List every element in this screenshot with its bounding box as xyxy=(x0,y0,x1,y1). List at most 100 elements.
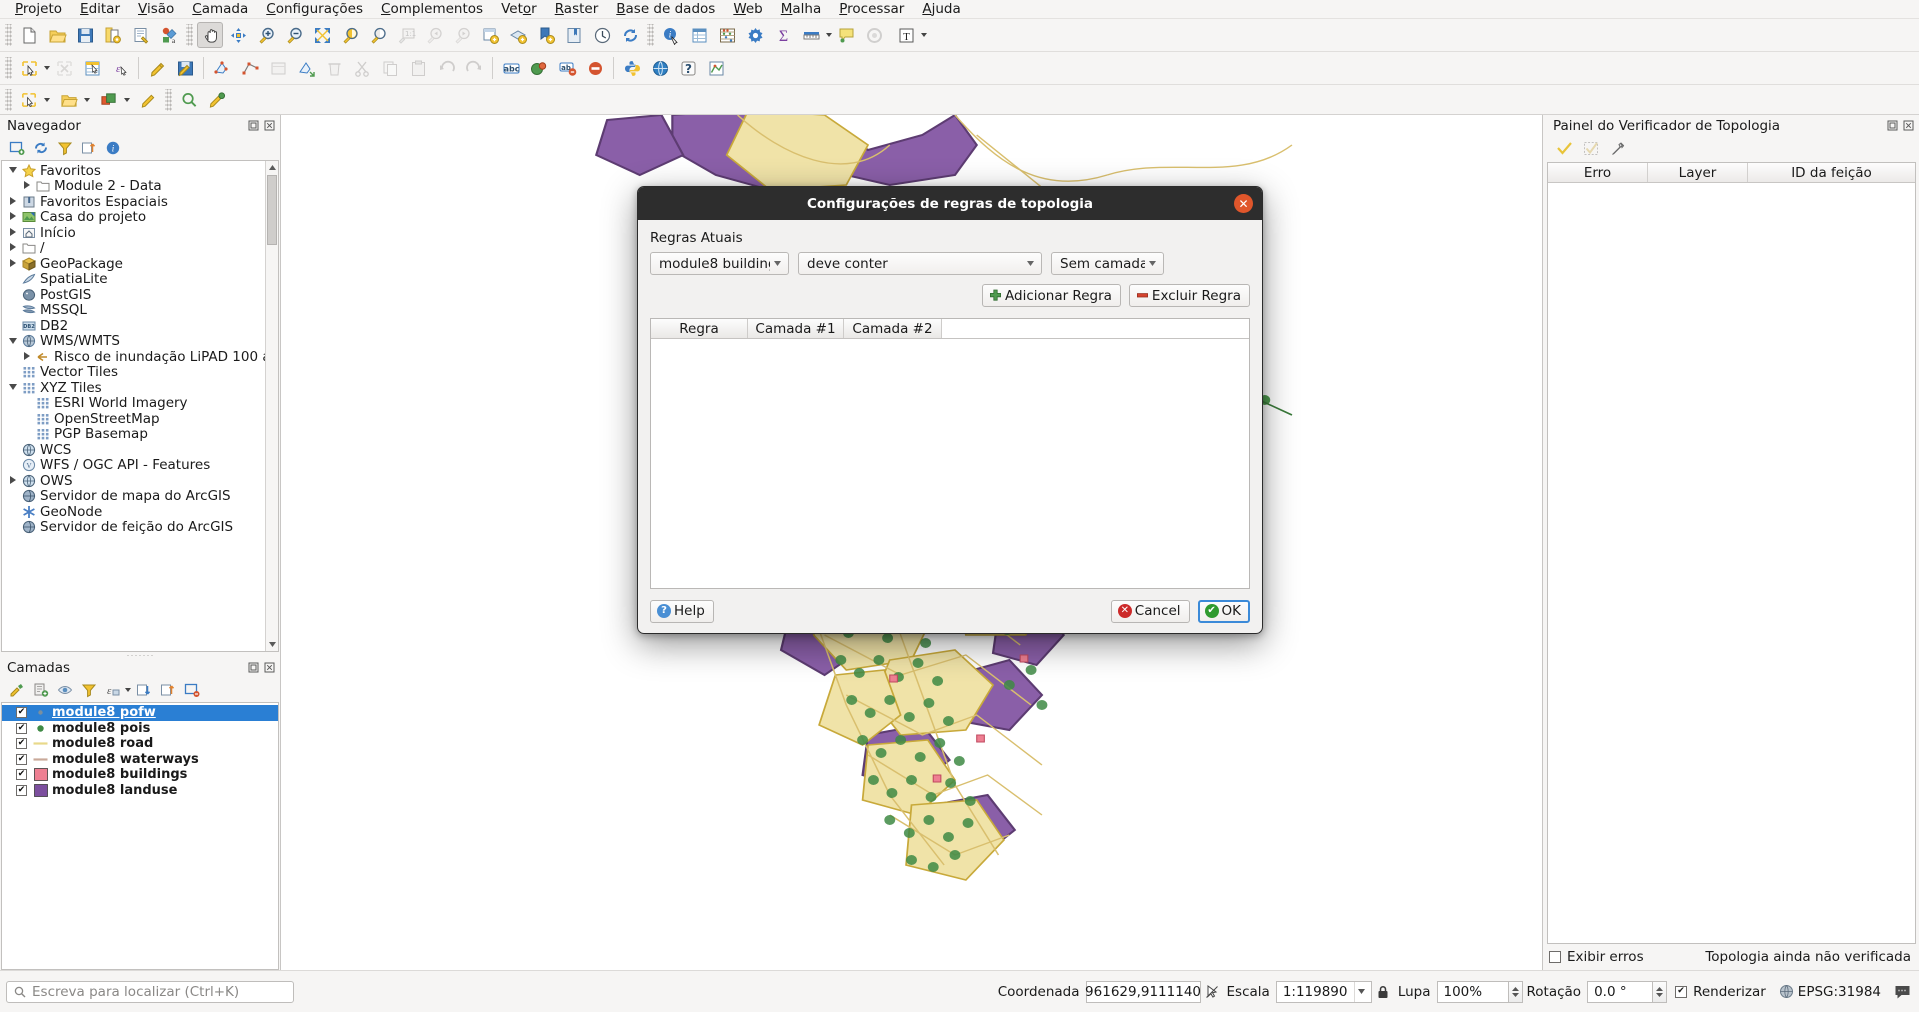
navegador-tree-item[interactable]: WMS/WMTS xyxy=(2,333,265,349)
navegador-close-icon[interactable] xyxy=(263,119,276,132)
rules-table-body[interactable] xyxy=(651,339,1249,588)
text-annotation-icon[interactable]: T xyxy=(893,22,919,48)
save-project-as-icon[interactable] xyxy=(100,22,126,48)
select-dropdown-arrow-icon[interactable] xyxy=(44,66,50,70)
label-toggle-icon[interactable]: ab xyxy=(554,55,580,81)
lock-scale-icon[interactable] xyxy=(1372,981,1394,1003)
save-project-icon[interactable] xyxy=(72,22,98,48)
menu-vetor[interactable]: Vetor xyxy=(492,0,546,19)
navegador-tree-item[interactable]: Favoritos xyxy=(2,163,265,179)
zoom-last-icon[interactable] xyxy=(421,22,447,48)
validate-all-icon[interactable] xyxy=(1553,138,1575,159)
menu-raster[interactable]: Raster xyxy=(546,0,608,19)
magnifier-field[interactable]: 100% xyxy=(1436,980,1509,1003)
navegador-tree-item[interactable]: Risco de inundação LiPAD 100 anos xyxy=(2,349,265,365)
tree-expand-arrow-icon[interactable] xyxy=(6,383,20,392)
menu-processar[interactable]: Processar xyxy=(830,0,913,19)
navegador-tree-item[interactable]: GeoNode xyxy=(2,504,265,520)
coordinate-field[interactable]: 961629,9111140 xyxy=(1085,980,1201,1003)
layer-visibility-checkbox[interactable]: ✔ xyxy=(16,769,27,781)
topology-errors-table[interactable]: Erro Layer ID da feição xyxy=(1547,162,1916,944)
locator-input[interactable]: Escreva para localizar (Ctrl+K) xyxy=(6,980,294,1003)
menu-ajuda[interactable]: Ajuda xyxy=(913,0,969,19)
show-bookmarks-icon[interactable] xyxy=(561,22,587,48)
filter-icon[interactable] xyxy=(54,138,76,159)
rules-column-header[interactable]: Regra xyxy=(651,319,748,338)
toolbar-grip-4[interactable] xyxy=(5,57,12,79)
show-errors-checkbox[interactable] xyxy=(1549,951,1561,963)
navegador-tree-item[interactable]: OWS xyxy=(2,473,265,489)
toolbar-grip-6[interactable] xyxy=(165,88,172,111)
layer-visibility-checkbox[interactable]: ✔ xyxy=(16,707,27,719)
navegador-tree-item[interactable]: Vector Tiles xyxy=(2,364,265,380)
help-button[interactable]: ? Help xyxy=(650,599,714,623)
navegador-tree-item[interactable]: Module 2 - Data xyxy=(2,178,265,194)
layer1-combo[interactable]: module8 buildings xyxy=(650,252,789,275)
navegador-tree-item[interactable]: SpatiaLite xyxy=(2,271,265,287)
menu-web[interactable]: Web xyxy=(724,0,771,19)
modify-attributes-icon[interactable] xyxy=(265,55,291,81)
properties-icon[interactable]: i xyxy=(102,138,124,159)
refresh-icon[interactable] xyxy=(30,138,52,159)
filter-legend-icon[interactable] xyxy=(78,680,100,701)
navegador-tree-item[interactable]: Servidor de feição do ArcGIS xyxy=(2,519,265,535)
rules-table[interactable]: Regra Camada #1 Camada #2 xyxy=(650,318,1250,589)
chevron-down-icon[interactable] xyxy=(1353,981,1369,1002)
snapping-icon[interactable] xyxy=(135,87,161,113)
style-manager-icon[interactable]: a xyxy=(156,22,182,48)
configure-icon[interactable] xyxy=(1607,138,1629,159)
navegador-tree-item[interactable]: Início xyxy=(2,225,265,241)
layer-styling-icon[interactable] xyxy=(526,55,552,81)
delete-rule-button[interactable]: Excluir Regra xyxy=(1128,284,1250,307)
add-rule-button[interactable]: Adicionar Regra xyxy=(982,284,1121,307)
copy-features-icon[interactable] xyxy=(377,55,403,81)
vertex-tool-icon[interactable] xyxy=(237,55,263,81)
layer-list-item[interactable]: ✔ module8 road xyxy=(2,736,278,752)
camadas-float-icon[interactable] xyxy=(247,661,260,674)
zoom-full-icon[interactable] xyxy=(309,22,335,48)
menu-visao[interactable]: Visão xyxy=(129,0,183,19)
layer-list-item[interactable]: ✔ module8 landuse xyxy=(2,783,278,799)
topology-column-header[interactable]: Erro xyxy=(1548,163,1648,182)
toolbar-grip-3[interactable] xyxy=(647,24,654,46)
chevron-down-icon[interactable] xyxy=(1023,261,1037,266)
add-group-icon[interactable] xyxy=(30,680,52,701)
deselect-features-icon[interactable] xyxy=(51,55,77,81)
python-console-icon[interactable] xyxy=(619,55,645,81)
delete-selected-icon[interactable] xyxy=(321,55,347,81)
save-layer-edits-icon[interactable] xyxy=(172,55,198,81)
scroll-up-icon[interactable] xyxy=(266,161,278,174)
new-print-layout-icon[interactable] xyxy=(128,22,154,48)
digitizing-icon[interactable] xyxy=(56,87,82,113)
tree-expand-arrow-icon[interactable] xyxy=(20,351,34,362)
new-map-view-icon[interactable] xyxy=(477,22,503,48)
select-dropdown-arrow-icon[interactable] xyxy=(44,97,50,102)
navegador-scrollbar[interactable] xyxy=(265,161,278,651)
statistical-summary-icon[interactable]: Σ xyxy=(770,22,796,48)
chevron-down-icon[interactable] xyxy=(1145,261,1159,266)
scroll-down-icon[interactable] xyxy=(266,638,278,651)
topology-table-body[interactable] xyxy=(1548,183,1915,943)
advanced-digitizing-icon[interactable] xyxy=(96,87,122,113)
add-layer-icon[interactable] xyxy=(6,138,28,159)
advanced-digitizing-dropdown-arrow-icon[interactable] xyxy=(124,97,130,102)
crs-globe-icon[interactable] xyxy=(1776,981,1798,1003)
pan-map-icon[interactable] xyxy=(197,22,223,48)
web-map-icon[interactable] xyxy=(647,55,673,81)
open-project-icon[interactable] xyxy=(44,22,70,48)
annotation-dropdown-arrow-icon[interactable] xyxy=(921,33,927,37)
expression-filter-dropdown-arrow-icon[interactable] xyxy=(125,688,131,692)
layer-list-item[interactable]: ✔ module8 buildings xyxy=(2,767,278,783)
highlight-pinned-labels-icon[interactable] xyxy=(582,55,608,81)
cancel-button[interactable]: ✕ Cancel xyxy=(1110,599,1190,623)
field-calculator-icon[interactable] xyxy=(714,22,740,48)
render-checkbox[interactable]: ✔ xyxy=(1675,985,1688,998)
open-layer-styling-icon[interactable] xyxy=(6,680,28,701)
layer-visibility-checkbox[interactable]: ✔ xyxy=(16,753,27,765)
identify-features-icon[interactable]: i xyxy=(658,22,684,48)
navegador-tree-item[interactable]: WCS xyxy=(2,442,265,458)
pan-to-selection-icon[interactable] xyxy=(225,22,251,48)
tree-expand-arrow-icon[interactable] xyxy=(6,212,20,222)
open-attribute-table-icon[interactable] xyxy=(686,22,712,48)
rotation-field[interactable]: 0.0 ° xyxy=(1587,980,1654,1003)
